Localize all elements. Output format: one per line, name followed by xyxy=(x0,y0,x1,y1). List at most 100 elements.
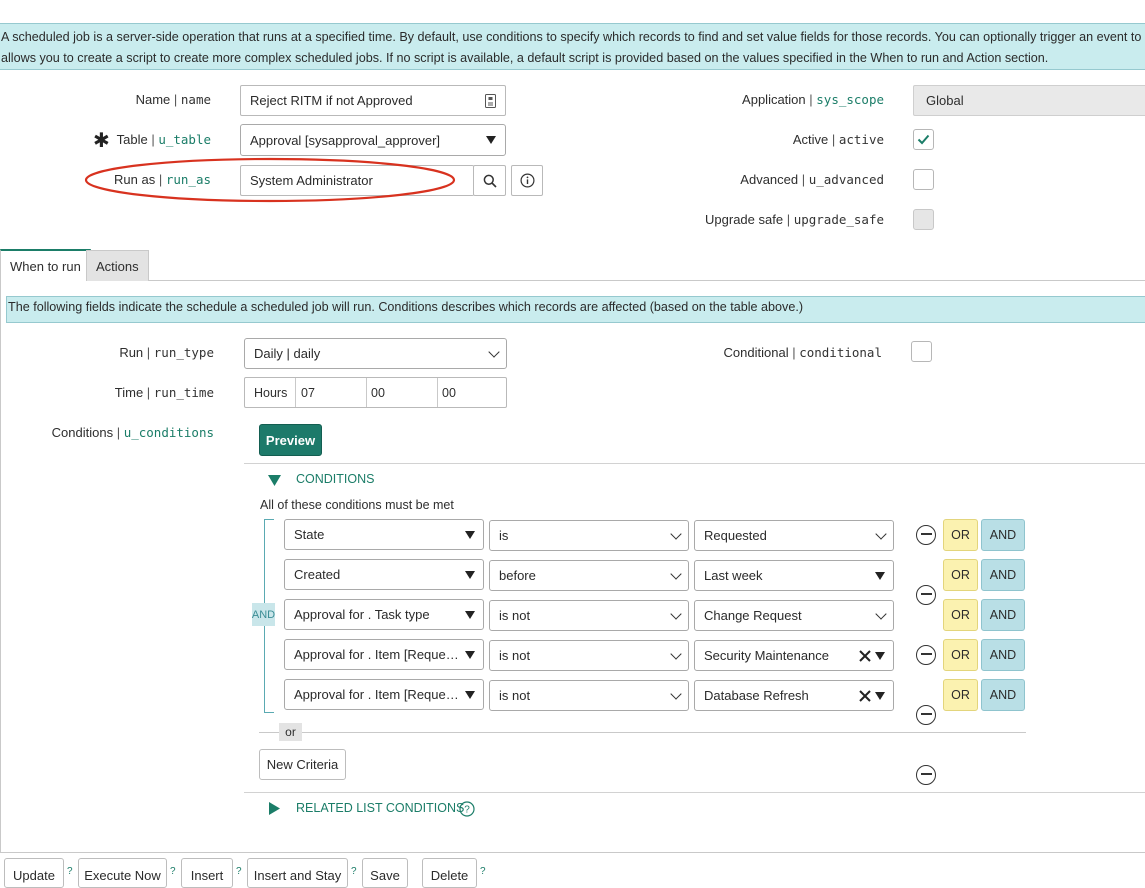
and-button[interactable]: AND xyxy=(981,679,1025,711)
tab-actions[interactable]: Actions xyxy=(86,250,149,281)
conditions-top-divider xyxy=(244,463,1145,464)
insert-button[interactable]: Insert xyxy=(181,858,233,888)
condition-value-select[interactable]: Last week xyxy=(694,560,894,591)
table-label: Table | u_table xyxy=(116,132,211,147)
execute-now-button[interactable]: Execute Now xyxy=(78,858,167,888)
insert-and-stay-help-icon[interactable]: ? xyxy=(351,866,357,877)
name-value: Reject RITM if not Approved xyxy=(250,93,413,108)
condition-field-value: Approval for . Task type xyxy=(294,607,430,622)
conditional-checkbox[interactable] xyxy=(911,341,932,362)
field-info-icon[interactable] xyxy=(485,94,496,111)
tab-strip-line xyxy=(0,280,1145,281)
condition-value-text: Security Maintenance xyxy=(704,648,830,663)
name-field[interactable]: Reject RITM if not Approved xyxy=(240,85,506,116)
condition-value-select[interactable]: Requested xyxy=(694,520,894,551)
conditions-must-be-met: All of these conditions must be met xyxy=(260,498,454,512)
condition-field-value: Approval for . Item [Reque… xyxy=(294,687,459,702)
hours-input[interactable]: 07 xyxy=(296,378,367,407)
condition-value-text: Requested xyxy=(704,528,767,543)
caret-down-icon xyxy=(486,136,496,144)
execute-now-help-icon[interactable]: ? xyxy=(170,866,176,877)
condition-field-select[interactable]: Approval for . Item [Reque… xyxy=(284,679,484,710)
remove-condition-icon[interactable] xyxy=(916,585,936,605)
condition-value-select[interactable]: Database Refresh xyxy=(694,680,894,711)
panel-bottom-border xyxy=(0,852,1145,853)
condition-field-select[interactable]: State xyxy=(284,519,484,550)
caret-down-icon xyxy=(465,530,475,539)
condition-operator-value: before xyxy=(499,568,536,583)
condition-field-select[interactable]: Created xyxy=(284,559,484,590)
seconds-input[interactable]: 00 xyxy=(438,378,506,407)
tab-when-to-run[interactable]: When to run xyxy=(0,249,91,281)
run-time-field: Hours 07 00 00 xyxy=(244,377,507,408)
delete-button[interactable]: Delete xyxy=(422,858,477,888)
chevron-down-icon xyxy=(670,527,682,540)
clear-icon[interactable] xyxy=(859,649,871,662)
and-button[interactable]: AND xyxy=(981,559,1025,591)
insert-and-stay-button[interactable]: Insert and Stay xyxy=(247,858,348,888)
related-list-conditions[interactable]: RELATED LIST CONDITIONS xyxy=(296,801,464,815)
caret-down-icon xyxy=(875,651,885,660)
condition-operator-select[interactable]: is not xyxy=(489,600,689,631)
or-button[interactable]: OR xyxy=(943,519,978,551)
expand-triangle-icon[interactable] xyxy=(269,802,280,818)
lookup-button[interactable] xyxy=(473,165,506,196)
info-banner-line-2: allows you to create a script to create … xyxy=(1,51,1049,65)
condition-value-select[interactable]: Change Request xyxy=(694,600,894,631)
conditions-header[interactable]: CONDITIONS xyxy=(296,472,374,486)
condition-operator-select[interactable]: is not xyxy=(489,640,689,671)
application-field: Global xyxy=(913,85,1145,116)
info-banner-line-1: A scheduled job is a server-side operati… xyxy=(1,30,1145,44)
schedule-info-banner: The following fields indicate the schedu… xyxy=(6,296,1145,323)
condition-operator-select[interactable]: is not xyxy=(489,680,689,711)
remove-condition-icon[interactable] xyxy=(916,765,936,785)
table-value: Approval [sysapproval_approver] xyxy=(250,132,441,148)
condition-field-select[interactable]: Approval for . Task type xyxy=(284,599,484,630)
caret-down-icon xyxy=(465,690,475,699)
condition-operator-select[interactable]: is xyxy=(489,520,689,551)
svg-text:?: ? xyxy=(464,805,470,816)
new-criteria-button[interactable]: New Criteria xyxy=(259,749,346,780)
insert-help-icon[interactable]: ? xyxy=(236,866,242,877)
or-button[interactable]: OR xyxy=(943,679,978,711)
application-value: Global xyxy=(926,93,964,108)
active-checkbox[interactable] xyxy=(913,129,934,150)
conditional-label: Conditional | conditional xyxy=(723,345,882,360)
search-icon xyxy=(483,174,497,188)
table-select[interactable]: Approval [sysapproval_approver] xyxy=(240,124,506,156)
remove-condition-icon[interactable] xyxy=(916,705,936,725)
highlight-ellipse xyxy=(84,157,456,203)
reference-info-button[interactable] xyxy=(511,165,543,196)
remove-condition-icon[interactable] xyxy=(916,645,936,665)
caret-down-icon xyxy=(465,570,475,579)
condition-field-value: Approval for . Item [Reque… xyxy=(294,647,459,662)
hours-unit-label: Hours xyxy=(245,378,296,407)
condition-field-value: State xyxy=(294,527,325,542)
update-button[interactable]: Update xyxy=(4,858,64,888)
help-icon[interactable]: ? xyxy=(459,801,475,820)
info-banner: A scheduled job is a server-side operati… xyxy=(0,23,1145,70)
condition-field-select[interactable]: Approval for . Item [Reque… xyxy=(284,639,484,670)
or-button[interactable]: OR xyxy=(943,639,978,671)
clear-icon[interactable] xyxy=(859,689,871,702)
and-button[interactable]: AND xyxy=(981,639,1025,671)
update-help-icon[interactable]: ? xyxy=(67,866,73,877)
remove-condition-icon[interactable] xyxy=(916,525,936,545)
condition-operator-value: is xyxy=(499,528,509,543)
run-type-select[interactable]: Daily | daily xyxy=(244,338,507,369)
or-button[interactable]: OR xyxy=(943,599,978,631)
delete-help-icon[interactable]: ? xyxy=(480,866,486,877)
conditions-label: Conditions | u_conditions xyxy=(51,425,214,440)
condition-operator-select[interactable]: before xyxy=(489,560,689,591)
condition-value-select[interactable]: Security Maintenance xyxy=(694,640,894,671)
chevron-down-icon xyxy=(875,607,887,620)
and-button[interactable]: AND xyxy=(981,519,1025,551)
or-button[interactable]: OR xyxy=(943,559,978,591)
advanced-checkbox[interactable] xyxy=(913,169,934,190)
upgrade-safe-checkbox xyxy=(913,209,934,230)
collapse-triangle-icon[interactable] xyxy=(268,474,281,489)
and-button[interactable]: AND xyxy=(981,599,1025,631)
minutes-input[interactable]: 00 xyxy=(367,378,438,407)
save-button[interactable]: Save xyxy=(362,858,408,888)
preview-button[interactable]: Preview xyxy=(259,424,322,456)
